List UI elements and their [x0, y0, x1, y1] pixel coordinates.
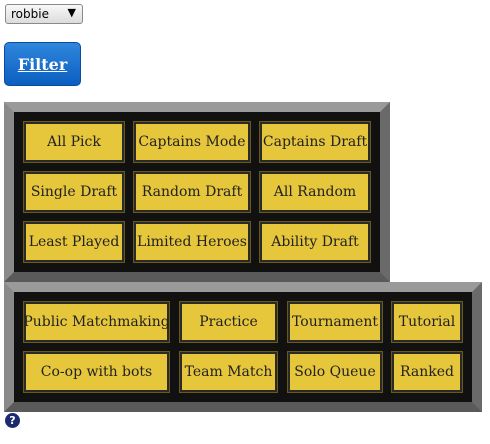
user-select[interactable]: robbie ▼	[5, 4, 83, 24]
game-mode-option[interactable]: Least Played	[23, 221, 125, 263]
lobby-type-option[interactable]: Tutorial	[391, 301, 463, 343]
user-select-value: robbie	[11, 7, 49, 21]
lobby-type-option[interactable]: Ranked	[391, 351, 463, 393]
lobby-type-option[interactable]: Co-op with bots	[23, 351, 170, 393]
lobby-type-option[interactable]: Tournament	[287, 301, 383, 343]
chevron-down-icon: ▼	[67, 6, 76, 19]
game-mode-option[interactable]: Random Draft	[133, 171, 251, 213]
game-mode-option[interactable]: Single Draft	[23, 171, 125, 213]
game-mode-option[interactable]: Ability Draft	[259, 221, 371, 263]
game-mode-option[interactable]: All Pick	[23, 121, 125, 163]
lobby-type-option[interactable]: Team Match	[179, 351, 278, 393]
lobby-type-option[interactable]: Practice	[179, 301, 278, 343]
game-mode-option[interactable]: All Random	[259, 171, 371, 213]
lobby-type-option[interactable]: Public Matchmaking	[23, 301, 170, 343]
help-icon[interactable]: ?	[5, 413, 20, 428]
game-mode-option[interactable]: Captains Draft	[259, 121, 371, 163]
filter-button[interactable]: Filter	[4, 42, 81, 86]
game-mode-option[interactable]: Limited Heroes	[133, 221, 251, 263]
lobby-type-option[interactable]: Solo Queue	[287, 351, 383, 393]
game-mode-option[interactable]: Captains Mode	[133, 121, 251, 163]
